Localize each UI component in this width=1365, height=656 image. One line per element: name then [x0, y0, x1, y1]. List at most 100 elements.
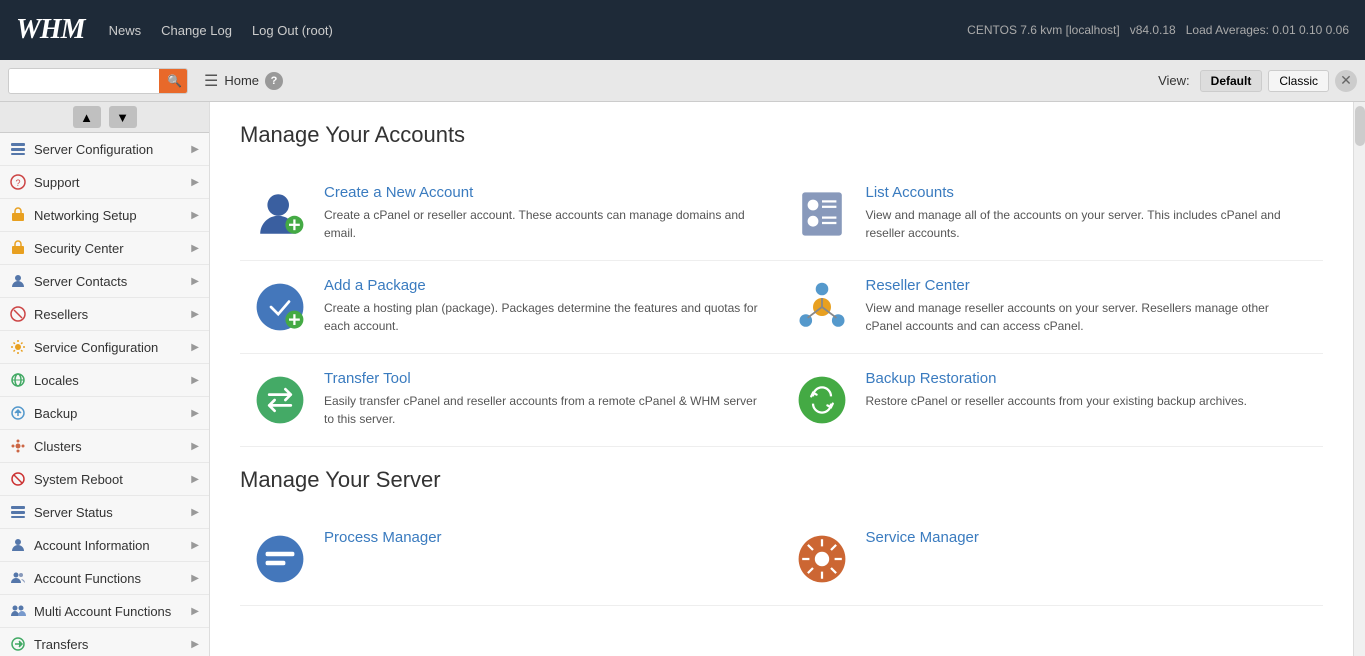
sidebar-item-arrow: ▶	[191, 210, 199, 221]
sidebar-items: Server Configuration▶?Support▶Networking…	[0, 133, 209, 656]
card-add-package: Add a Package Create a hosting plan (pac…	[240, 261, 782, 354]
add-package-title[interactable]: Add a Package	[324, 277, 762, 294]
list-accounts-title[interactable]: List Accounts	[866, 184, 1304, 201]
sidebar-item-arrow: ▶	[191, 507, 199, 518]
topbar-nav-news[interactable]: News	[109, 23, 142, 38]
sidebar-item-arrow: ▶	[191, 606, 199, 617]
sidebar-item-label: System Reboot	[34, 472, 183, 487]
search-button[interactable]: 🔍	[159, 69, 188, 93]
sidebar-item-clusters[interactable]: Clusters▶	[0, 430, 209, 463]
process-manager-text: Process Manager	[324, 529, 762, 551]
sidebar-item-system-reboot[interactable]: System Reboot▶	[0, 463, 209, 496]
sidebar-item-label: Account Functions	[34, 571, 183, 586]
sidebar-item-resellers[interactable]: Resellers ▶	[0, 298, 209, 331]
sidebar-item-label: Server Configuration	[34, 142, 183, 157]
networking-setup-icon	[10, 207, 26, 223]
sidebar-item-label: Backup	[34, 406, 183, 421]
list-accounts-text: List Accounts View and manage all of the…	[866, 184, 1304, 242]
topbar-nav-logout[interactable]: Log Out (root)	[252, 23, 333, 38]
breadcrumb-home[interactable]: Home	[224, 73, 259, 88]
scroll-up-arrow[interactable]: ▲	[73, 106, 101, 128]
backup-icon	[10, 405, 26, 421]
search-input[interactable]	[9, 69, 159, 92]
sidebar-item-server-status[interactable]: Server Status ▶	[0, 496, 209, 529]
system-reboot-icon	[10, 471, 26, 487]
scroll-down-arrow[interactable]: ▼	[109, 106, 137, 128]
server-info: CENTOS 7.6 kvm [localhost] v84.0.18 Load…	[967, 23, 1349, 37]
reseller-center-title[interactable]: Reseller Center	[866, 277, 1304, 294]
card-create-account: Create a New Account Create a cPanel or …	[240, 168, 782, 261]
card-transfer-tool: Transfer Tool Easily transfer cPanel and…	[240, 354, 782, 447]
topbar-nav-changelog[interactable]: Change Log	[161, 23, 232, 38]
sidebar-item-label: Server Status	[34, 505, 183, 520]
process-manager-title[interactable]: Process Manager	[324, 529, 762, 546]
sidebar: ▲ ▼ Server Configuration▶?Support▶Networ…	[0, 102, 210, 656]
sidebar-item-label: Transfers	[34, 637, 183, 652]
list-accounts-icon	[792, 184, 852, 244]
sidebar-item-support[interactable]: ?Support▶	[0, 166, 209, 199]
service-configuration-icon	[10, 339, 26, 355]
sidebar-item-transfers[interactable]: Transfers▶	[0, 628, 209, 656]
sidebar-item-backup[interactable]: Backup ▶	[0, 397, 209, 430]
sidebar-item-multi-account-functions[interactable]: Multi Account Functions▶	[0, 595, 209, 628]
menu-icon[interactable]: ☰	[204, 71, 218, 91]
service-manager-icon	[792, 529, 852, 589]
search-wrap: 🔍	[8, 68, 188, 94]
sidebar-item-arrow: ▶	[191, 177, 199, 188]
sidebar-item-security-center[interactable]: Security Center▶	[0, 232, 209, 265]
create-account-desc: Create a cPanel or reseller account. The…	[324, 206, 762, 242]
sidebar-item-server-configuration[interactable]: Server Configuration▶	[0, 133, 209, 166]
sidebar-item-arrow: ▶	[191, 309, 199, 320]
top-nav: News Change Log Log Out (root)	[109, 23, 968, 38]
sidebar-item-label: Server Contacts	[34, 274, 183, 289]
manage-server-title: Manage Your Server	[240, 467, 1323, 493]
sidebar-item-label: Locales	[34, 373, 183, 388]
sidebar-item-locales[interactable]: Locales▶	[0, 364, 209, 397]
service-manager-title[interactable]: Service Manager	[866, 529, 1304, 546]
close-view-button[interactable]: ✕	[1335, 70, 1357, 92]
transfer-tool-icon	[250, 370, 310, 430]
help-icon[interactable]: ?	[265, 72, 283, 90]
scrollbar-thumb[interactable]	[1355, 106, 1365, 146]
view-label: View:	[1158, 73, 1190, 88]
sidebar-item-service-configuration[interactable]: Service Configuration▶	[0, 331, 209, 364]
clusters-icon	[10, 438, 26, 454]
backup-restoration-text: Backup Restoration Restore cPanel or res…	[866, 370, 1304, 410]
card-list-accounts: List Accounts View and manage all of the…	[782, 168, 1324, 261]
sidebar-item-account-functions[interactable]: Account Functions▶	[0, 562, 209, 595]
backup-restoration-icon	[792, 370, 852, 430]
account-information-icon	[10, 537, 26, 553]
sidebar-item-label: Account Information	[34, 538, 183, 553]
view-classic-button[interactable]: Classic	[1268, 70, 1329, 92]
sidebar-item-label: Resellers	[34, 307, 183, 322]
accounts-cards-grid: Create a New Account Create a cPanel or …	[240, 168, 1323, 447]
sidebar-item-label: Networking Setup	[34, 208, 183, 223]
sidebar-item-arrow: ▶	[191, 408, 199, 419]
sidebar-item-account-information[interactable]: Account Information▶	[0, 529, 209, 562]
transfer-tool-title[interactable]: Transfer Tool	[324, 370, 762, 387]
locales-icon	[10, 372, 26, 388]
add-package-text: Add a Package Create a hosting plan (pac…	[324, 277, 762, 335]
sidebar-item-arrow: ▶	[191, 276, 199, 287]
server-cards-grid: Process Manager Service Manager	[240, 513, 1323, 606]
svg-text:?: ?	[15, 178, 20, 188]
support-icon: ?	[10, 174, 26, 190]
transfer-tool-text: Transfer Tool Easily transfer cPanel and…	[324, 370, 762, 428]
logo: WHM	[16, 14, 85, 46]
backup-restoration-desc: Restore cPanel or reseller accounts from…	[866, 392, 1304, 410]
sidebar-item-server-contacts[interactable]: Server Contacts ▶	[0, 265, 209, 298]
sidebar-scroll-up[interactable]: ▲ ▼	[0, 102, 209, 133]
server-configuration-icon	[10, 141, 26, 157]
sidebar-item-networking-setup[interactable]: Networking Setup ▶	[0, 199, 209, 232]
content-area: Manage Your Accounts Create a New Accoun…	[210, 102, 1353, 656]
breadcrumb-area: ☰ Home ?	[196, 71, 1150, 91]
card-service-manager: Service Manager	[782, 513, 1324, 606]
scrollbar-track[interactable]	[1353, 102, 1365, 656]
create-account-title[interactable]: Create a New Account	[324, 184, 762, 201]
resellers-icon	[10, 306, 26, 322]
backup-restoration-title[interactable]: Backup Restoration	[866, 370, 1304, 387]
security-center-icon	[10, 240, 26, 256]
card-process-manager: Process Manager	[240, 513, 782, 606]
server-contacts-icon	[10, 273, 26, 289]
view-default-button[interactable]: Default	[1200, 70, 1263, 92]
